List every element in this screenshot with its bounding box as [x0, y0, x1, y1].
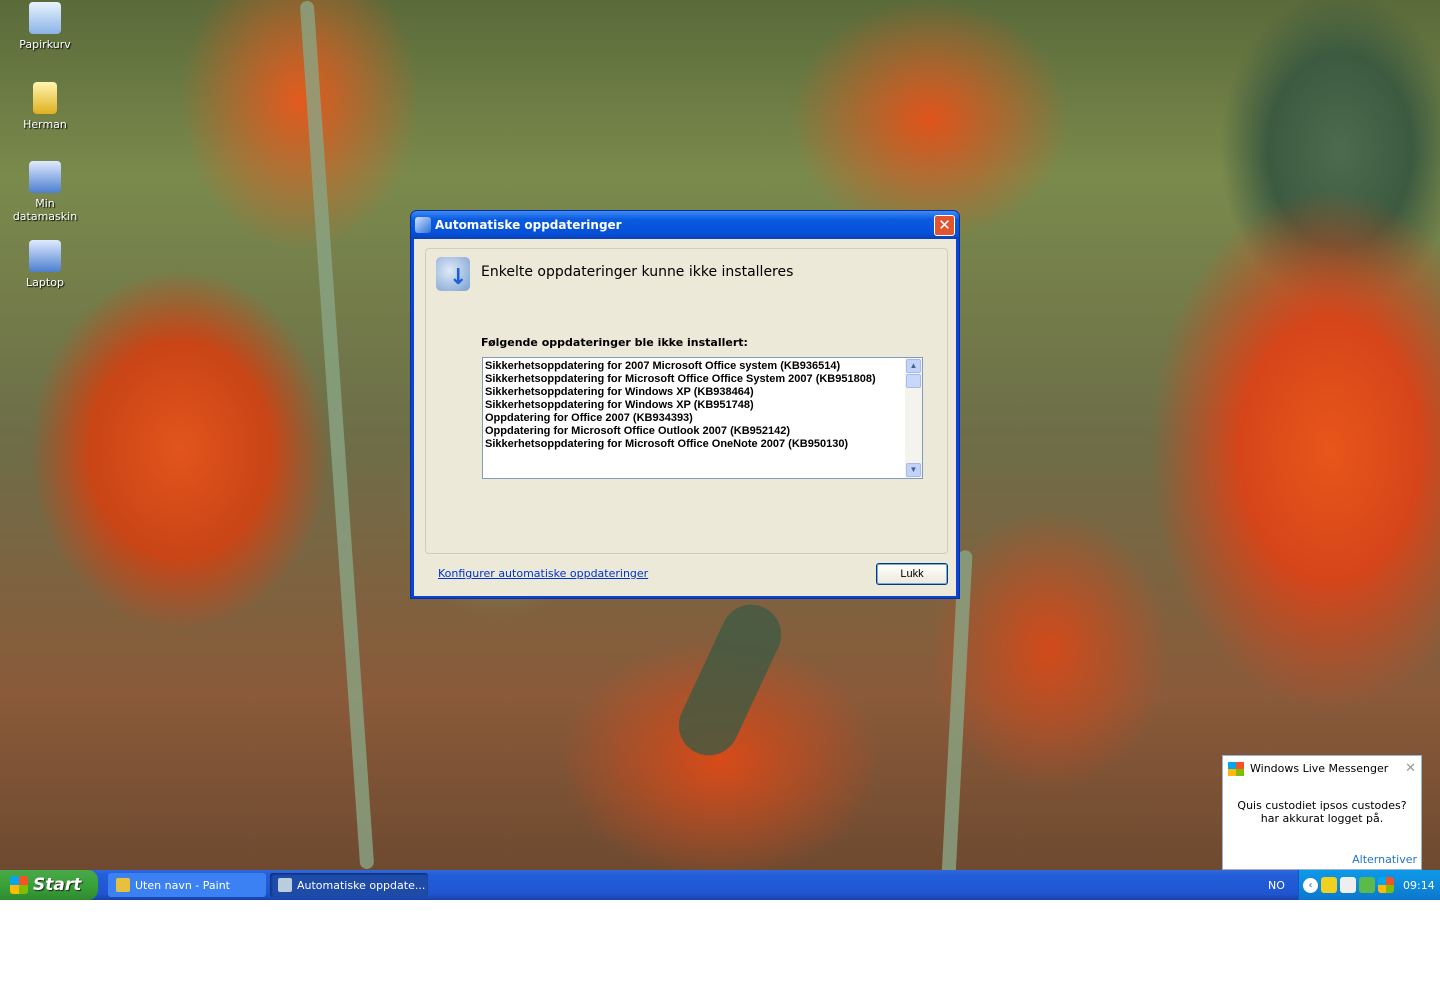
windows-logo-icon [10, 876, 28, 894]
icon-label: Herman [23, 118, 67, 131]
list-item: Sikkerhetsoppdatering for Windows XP (KB… [485, 399, 754, 411]
messenger-icon[interactable] [1359, 877, 1375, 893]
icon-label: Papirkurv [19, 38, 71, 51]
list-label: Følgende oppdateringer ble ikke installe… [481, 336, 748, 349]
lock-folder-icon [33, 82, 57, 114]
list-item: Oppdatering for Office 2007 (KB934393) [485, 412, 693, 424]
list-item: Sikkerhetsoppdatering for 2007 Microsoft… [485, 360, 841, 372]
window-title: Automatiske oppdateringer [435, 218, 622, 232]
updates-icon [415, 217, 431, 233]
automatic-updates-dialog: Automatiske oppdateringer ✕ ↓ Enkelte op… [410, 210, 960, 599]
wallpaper-bud [669, 594, 791, 766]
wallpaper-stem [299, 0, 375, 870]
task-label: Automatiske oppdate... [297, 878, 426, 892]
scroll-thumb[interactable] [906, 374, 921, 388]
content-panel: ↓ Enkelte oppdateringer kunne ikke insta… [425, 248, 948, 554]
dialog-heading: Enkelte oppdateringer kunne ikke install… [481, 264, 794, 280]
update-download-icon: ↓ [436, 257, 470, 291]
computer-icon [29, 161, 61, 193]
icon-label: Min datamaskin [12, 197, 78, 223]
network-computer-icon [29, 240, 61, 272]
list-item: Sikkerhetsoppdatering for Windows XP (KB… [485, 386, 754, 398]
show-hidden-icons-chevron-icon[interactable]: ‹ [1303, 877, 1318, 893]
taskbar: Start Uten navn - Paint Automatiske oppd… [0, 870, 1440, 900]
taskbar-item-updates[interactable]: Automatiske oppdate... [270, 873, 428, 897]
notification-close-button[interactable]: ✕ [1405, 761, 1416, 776]
start-label: Start [33, 875, 82, 895]
desktop-icon-laptop[interactable]: Laptop [4, 240, 86, 289]
messenger-notification[interactable]: Windows Live Messenger ✕ Quis custodiet i… [1222, 755, 1422, 870]
list-item: Sikkerhetsoppdatering for Microsoft Offi… [485, 373, 876, 385]
updates-icon [278, 878, 292, 892]
taskbar-item-paint[interactable]: Uten navn - Paint [108, 873, 266, 897]
notification-options-link[interactable]: Alternativer [1352, 853, 1417, 866]
security-shield-icon[interactable] [1321, 877, 1337, 893]
close-dialog-button[interactable]: Lukk [876, 563, 948, 585]
language-indicator[interactable]: NO [1268, 879, 1285, 892]
scroll-up-button[interactable]: ▲ [906, 359, 921, 373]
desktop-icon-recycle-bin[interactable]: Papirkurv [4, 2, 86, 51]
windows-update-icon[interactable] [1378, 877, 1394, 893]
start-button[interactable]: Start [0, 870, 98, 900]
notification-message: Quis custodiet ipsos custodes? [1237, 799, 1407, 812]
windows-live-logo-icon [1228, 761, 1244, 776]
network-icon[interactable] [1340, 877, 1356, 893]
desktop-icon-herman[interactable]: Herman [4, 82, 86, 131]
scroll-down-button[interactable]: ▼ [906, 463, 921, 477]
task-label: Uten navn - Paint [135, 878, 230, 892]
recycle-bin-icon [29, 2, 61, 34]
list-item: Oppdatering for Microsoft Office Outlook… [485, 425, 791, 437]
close-button[interactable]: ✕ [934, 215, 955, 236]
failed-updates-list[interactable]: Sikkerhetsoppdatering for 2007 Microsoft… [482, 357, 923, 479]
desktop-icon-my-computer[interactable]: Min datamaskin [4, 161, 86, 223]
configure-updates-link[interactable]: Konfigurer automatiske oppdateringer [438, 567, 648, 580]
system-tray: ‹ 09:14 [1298, 870, 1440, 900]
clock[interactable]: 09:14 [1403, 879, 1435, 892]
notification-message: har akkurat logget på. [1260, 812, 1384, 825]
list-item: Sikkerhetsoppdatering for Microsoft Offi… [485, 438, 849, 450]
icon-label: Laptop [26, 276, 64, 289]
title-bar[interactable]: Automatiske oppdateringer [411, 211, 959, 239]
scrollbar[interactable]: ▲ ▼ [905, 358, 922, 478]
paint-icon [116, 878, 130, 892]
notification-title: Windows Live Messenger [1250, 762, 1389, 775]
